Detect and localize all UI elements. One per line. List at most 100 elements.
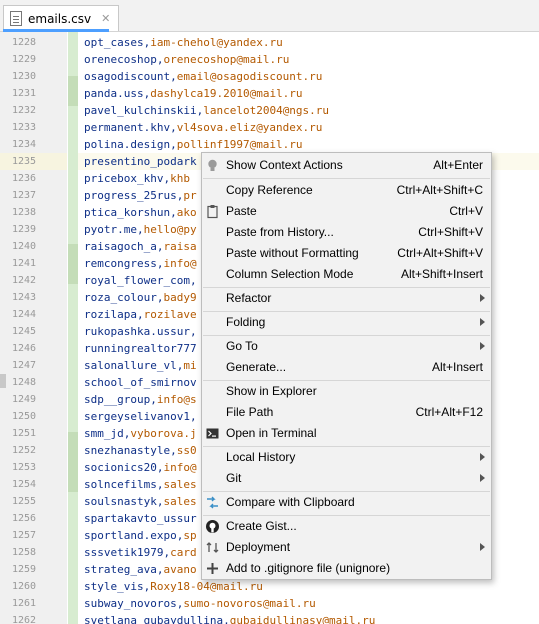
- line-number: 1246: [12, 343, 37, 354]
- submenu-arrow-icon: [480, 318, 485, 326]
- change-marker: [68, 432, 78, 492]
- line-text: style_vis,Roxy18-04@mail.ru: [84, 580, 263, 593]
- line-text: rukopashka.ussur,: [84, 325, 197, 338]
- line-text: panda.uss,dashylca19.2010@mail.ru: [84, 87, 303, 100]
- line-text: subway_novoros,sumo-novoros@mail.ru: [84, 597, 316, 610]
- line-text: raisagoch_a,raisa: [84, 240, 197, 253]
- menu-item-compare-with-clipboard[interactable]: Compare with Clipboard: [202, 492, 491, 513]
- terminal-icon: [205, 426, 220, 441]
- line-number: 1232: [12, 105, 37, 116]
- line-number: 1243: [12, 292, 37, 303]
- line-text: royal_flower_com,: [84, 274, 197, 287]
- line-text: salonallure_vl,mi: [84, 359, 197, 372]
- line-number: 1260: [12, 581, 37, 592]
- change-marker: [68, 244, 78, 284]
- line-number: 1230: [12, 71, 37, 82]
- line-text: remcongress,info@: [84, 257, 197, 270]
- menu-item-paste[interactable]: Paste Ctrl+V: [202, 201, 491, 222]
- change-marker-stripe: [68, 32, 78, 624]
- line-text: presentino_podark: [84, 155, 197, 168]
- line-number: 1236: [12, 173, 37, 184]
- line-text: smm_jd,vyborova.j: [84, 427, 197, 440]
- menu-item-show-context-actions[interactable]: Show Context Actions Alt+Enter: [202, 155, 491, 176]
- line-number: 1254: [12, 479, 37, 490]
- line-text: soulsnastyk,sales: [84, 495, 197, 508]
- menu-item-git[interactable]: Git: [202, 468, 491, 489]
- menu-item-go-to[interactable]: Go To: [202, 336, 491, 357]
- line-text: pavel_kulchinskii,lancelot2004@ngs.ru: [84, 104, 330, 117]
- compare-icon: [205, 495, 220, 510]
- line-number: 1247: [12, 360, 37, 371]
- line-text: socionics20,info@: [84, 461, 197, 474]
- line-text: osagodiscount,email@osagodiscount.ru: [84, 70, 323, 83]
- line-number: 1250: [12, 411, 37, 422]
- line-number: 1262: [12, 615, 37, 624]
- line-number: 1234: [12, 139, 37, 150]
- line-number: 1251: [12, 428, 37, 439]
- line-text: snezhanastyle,ss0: [84, 444, 197, 457]
- menu-item-folding[interactable]: Folding: [202, 312, 491, 333]
- line-number: 1257: [12, 530, 37, 541]
- line-number: 1255: [12, 496, 37, 507]
- line-number: 1238: [12, 207, 37, 218]
- line-text: pyotr.me,hello@py: [84, 223, 197, 236]
- editor-tab-bar: emails.csv ✕: [0, 0, 539, 32]
- line-number: 1258: [12, 547, 37, 558]
- line-text: opt_cases,iam-chehol@yandex.ru: [84, 36, 283, 49]
- deployment-icon: [205, 540, 220, 555]
- menu-item-copy-reference[interactable]: Copy Reference Ctrl+Alt+Shift+C: [202, 180, 491, 201]
- line-number: 1261: [12, 598, 37, 609]
- line-number: 1235: [12, 156, 37, 167]
- menu-item-add-to-gitignore[interactable]: Add to .gitignore file (unignore): [202, 558, 491, 579]
- menu-separator: [203, 178, 490, 179]
- gutter-marker: [0, 374, 6, 388]
- line-number: 1244: [12, 309, 37, 320]
- menu-item-column-selection-mode[interactable]: Column Selection Mode Alt+Shift+Insert: [202, 264, 491, 285]
- line-text: ptica_korshun,ako: [84, 206, 197, 219]
- submenu-arrow-icon: [480, 342, 485, 350]
- line-number: 1233: [12, 122, 37, 133]
- submenu-arrow-icon: [480, 453, 485, 461]
- line-number: 1256: [12, 513, 37, 524]
- menu-item-generate[interactable]: Generate... Alt+Insert: [202, 357, 491, 378]
- tab-label: emails.csv: [28, 11, 92, 26]
- menu-item-paste-from-history[interactable]: Paste from History... Ctrl+Shift+V: [202, 222, 491, 243]
- line-number: 1249: [12, 394, 37, 405]
- submenu-arrow-icon: [480, 294, 485, 302]
- line-text: roza_colour,bady9: [84, 291, 197, 304]
- line-text: school_of_smirnov: [84, 376, 197, 389]
- change-marker: [68, 76, 78, 106]
- line-number: 1248: [12, 377, 37, 388]
- text-file-icon: [10, 11, 22, 26]
- close-icon[interactable]: ✕: [101, 12, 110, 25]
- add-icon: [205, 561, 220, 576]
- line-number: 1239: [12, 224, 37, 235]
- line-text: solncefilms,sales: [84, 478, 197, 491]
- line-text: sssvetik1979,card: [84, 546, 197, 559]
- menu-item-show-in-explorer[interactable]: Show in Explorer: [202, 381, 491, 402]
- menu-item-paste-without-formatting[interactable]: Paste without Formatting Ctrl+Alt+Shift+…: [202, 243, 491, 264]
- menu-item-open-in-terminal[interactable]: Open in Terminal: [202, 423, 491, 444]
- menu-item-create-gist[interactable]: Create Gist...: [202, 516, 491, 537]
- menu-item-file-path[interactable]: File Path Ctrl+Alt+F12: [202, 402, 491, 423]
- line-number: 1242: [12, 275, 37, 286]
- menu-item-deployment[interactable]: Deployment: [202, 537, 491, 558]
- menu-item-refactor[interactable]: Refactor: [202, 288, 491, 309]
- tab-emails-csv[interactable]: emails.csv ✕: [3, 5, 120, 31]
- line-text: runningrealtor777: [84, 342, 197, 355]
- clipboard-icon: [205, 204, 220, 219]
- menu-item-local-history[interactable]: Local History: [202, 447, 491, 468]
- line-number: 1237: [12, 190, 37, 201]
- line-text: strateg_ava,avano: [84, 563, 197, 576]
- line-text: svetlana_gubaydullina,gubaidullinasv@mai…: [84, 614, 376, 624]
- lightbulb-icon: [205, 158, 220, 173]
- line-number: 1259: [12, 564, 37, 575]
- line-text: spartakavto_ussur: [84, 512, 197, 525]
- submenu-arrow-icon: [480, 474, 485, 482]
- line-number: 1228: [12, 37, 37, 48]
- line-text: progress_25rus,pr: [84, 189, 197, 202]
- editor-context-menu: Show Context Actions Alt+Enter Copy Refe…: [201, 152, 492, 580]
- line-number: 1252: [12, 445, 37, 456]
- line-text: pricebox_khv,khb: [84, 172, 190, 185]
- line-text: rozilapa,rozilave: [84, 308, 197, 321]
